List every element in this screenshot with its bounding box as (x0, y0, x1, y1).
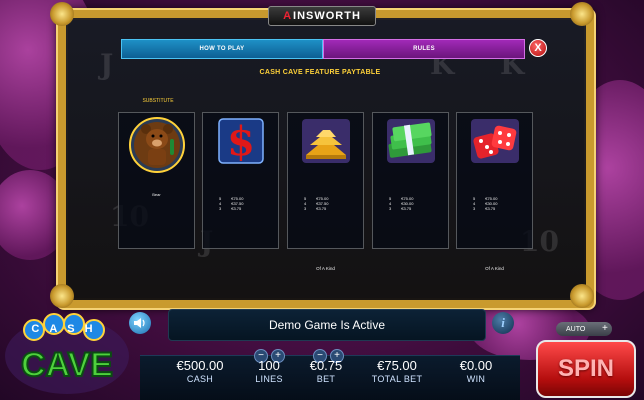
logo-bottom-text: CAVE (21, 346, 113, 384)
sound-toggle-button[interactable] (129, 312, 151, 334)
ainsworth-logo: A INSWORTH (268, 6, 376, 26)
lines-display: 100 LINES (246, 358, 292, 384)
cash-stack-icon (387, 119, 435, 163)
pay-count: 3 (219, 206, 222, 211)
dollar-sign-icon: $ (218, 118, 264, 165)
tab-rules[interactable]: RULES (323, 39, 525, 59)
win-label: WIN (466, 374, 486, 384)
pay-row: 3 €3.75 (389, 206, 413, 211)
spin-button[interactable]: SPIN (536, 340, 636, 398)
of-a-kind-label: Of A Kind (485, 266, 504, 271)
bet-value: €0.75 (309, 358, 343, 373)
pay-amount: €3.75 (316, 206, 327, 211)
pay-amount: €3.75 (485, 206, 496, 211)
lines-value: 100 (258, 358, 280, 373)
pay-count: 3 (304, 206, 307, 211)
pay-count: 3 (389, 206, 392, 211)
pay-list: 5 €75.00 4 €30.00 3 €3.75 (473, 196, 497, 211)
pay-list: 5 €75.00 4 €37.50 3 €3.75 (304, 196, 328, 211)
pay-amount: €3.75 (231, 206, 242, 211)
cash-display: €500.00 CASH (165, 358, 235, 384)
bear-caption: Bear (152, 192, 161, 197)
logo-top-text: CASH (31, 323, 102, 335)
symbol-card-cash: 5 €75.00 4 €30.00 3 €3.75 (372, 112, 449, 249)
pay-row: 3 €3.75 (304, 206, 328, 211)
reel-symbol-background: J (100, 48, 114, 81)
substitute-label: SUBSTITUTE (142, 98, 174, 104)
frame-corner-ornament (570, 2, 594, 26)
cash-label: CASH (186, 374, 214, 384)
pay-amount: €3.75 (401, 206, 412, 211)
status-message: Demo Game Is Active (168, 309, 486, 341)
tab-how-to-play[interactable]: HOW TO PLAY (121, 39, 323, 59)
symbol-card-bear: Bear (118, 112, 195, 249)
gold-bars-icon (302, 119, 350, 163)
bet-display: €0.75 BET (302, 358, 350, 384)
game-screen: J K K 10 J 10 AINSWORTH HOW TO PLAY RULE… (0, 0, 644, 400)
pay-row: 3 €3.75 (473, 206, 497, 211)
bet-label: BET (316, 374, 336, 384)
logo-text: INSWORTH (293, 10, 361, 22)
frame-corner-ornament (50, 2, 74, 26)
symbol-card-dice: 5 €75.00 4 €30.00 3 €3.75 (456, 112, 533, 249)
auto-plus-icon: + (602, 323, 608, 334)
pay-list: 5 €75.00 4 €37.50 3 €3.75 (219, 196, 243, 211)
of-a-kind-label: Of A Kind (316, 266, 335, 271)
lines-label: LINES (255, 374, 283, 384)
logo-letter: A (283, 10, 293, 22)
total-bet-display: €75.00 TOTAL BET (364, 358, 430, 384)
win-display: €0.00 WIN (446, 358, 506, 384)
win-value: €0.00 (459, 358, 493, 373)
pay-row: 3 €3.75 (219, 206, 243, 211)
frame-corner-ornament (50, 284, 74, 308)
total-bet-value: €75.00 (377, 358, 417, 373)
symbol-card-dollar: $ 5 €75.00 4 €37.50 3 €3.75 (202, 112, 279, 249)
svg-text:$: $ (227, 118, 255, 165)
dice-icon (471, 119, 519, 163)
info-button[interactable]: i (492, 312, 514, 334)
pay-count: 3 (473, 206, 476, 211)
speaker-icon (134, 318, 145, 328)
pay-list: 5 €75.00 4 €30.00 3 €3.75 (389, 196, 413, 211)
paytable-title: CASH CAVE FEATURE PAYTABLE (259, 69, 381, 76)
cash-value: €500.00 (176, 358, 224, 373)
cash-cave-logo: CASH CAVE (5, 313, 129, 394)
frame-corner-ornament (570, 284, 594, 308)
symbol-card-gold: 5 €75.00 4 €37.50 3 €3.75 (287, 112, 364, 249)
close-button[interactable]: X (529, 39, 547, 57)
total-bet-label: TOTAL BET (371, 374, 423, 384)
bear-icon (129, 117, 185, 173)
